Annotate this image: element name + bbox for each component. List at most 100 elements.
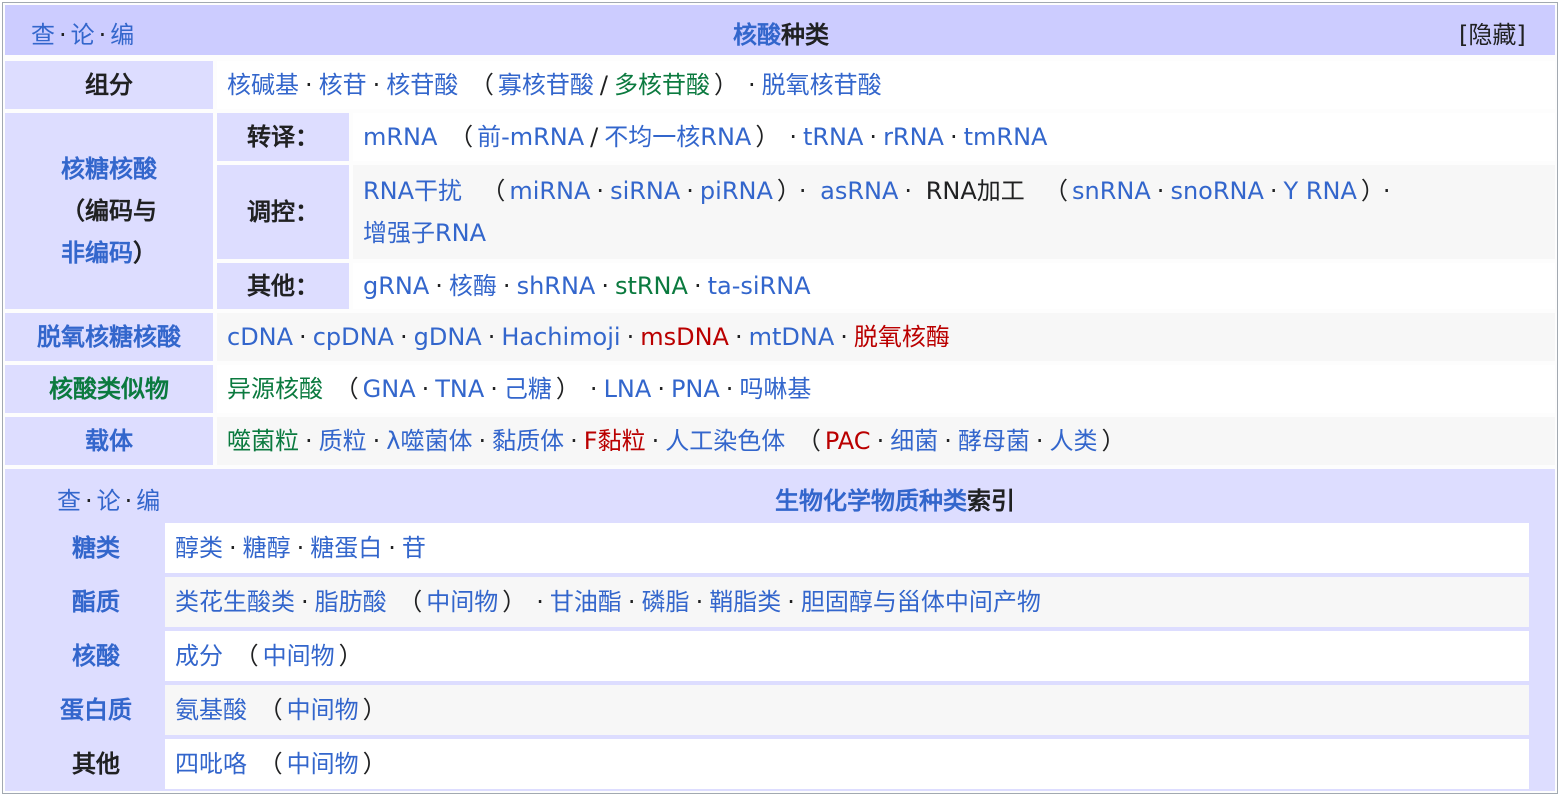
link-alcohols[interactable]: 醇类 (175, 527, 223, 569)
link-hac[interactable]: 人类 (1049, 420, 1097, 462)
link-hachimoji[interactable]: Hachimoji (501, 316, 620, 358)
link-proteins[interactable]: 蛋白质 (60, 689, 132, 731)
link-lipids[interactable]: 酯质 (72, 581, 120, 623)
link-mtdna[interactable]: mtDNA (749, 316, 835, 358)
view-link[interactable]: 查 (31, 21, 55, 49)
link-rna[interactable]: 核糖核酸 (61, 148, 157, 190)
link-phagemid[interactable]: 噬菌粒 (227, 420, 299, 462)
link-bac[interactable]: 细菌 (890, 420, 938, 462)
list-nucleic: 成分 （中间物） (165, 631, 1529, 681)
link-gna[interactable]: GNA (363, 368, 416, 410)
link-tna[interactable]: TNA (435, 368, 484, 410)
subgroup-label-regulation: 调控： (217, 165, 349, 259)
link-nucleic-acids[interactable]: 核酸 (72, 635, 120, 677)
title-link-biochem-families[interactable]: 生物化学物质种类 (775, 487, 967, 515)
nested-talk-link[interactable]: 论 (97, 487, 121, 515)
group-label-carbs: 糖类 (31, 523, 161, 573)
link-mirna[interactable]: miRNA (509, 177, 590, 205)
link-grna[interactable]: gRNA (363, 265, 429, 307)
link-nucleotide[interactable]: 核苷酸 (386, 64, 458, 106)
link-fosmid[interactable]: F黏粒 (584, 420, 646, 462)
link-dna[interactable]: 脱氧核糖核酸 (37, 316, 181, 358)
nested-view-link[interactable]: 查 (57, 487, 81, 515)
subgroup-label-text: 转译： (247, 123, 319, 151)
link-polynucleotide[interactable]: 多核苷酸 (614, 64, 710, 106)
nested-vte-links: 查 · 论 · 编 (57, 487, 161, 515)
link-asrna[interactable]: asRNA (820, 177, 898, 205)
link-y-rna[interactable]: Y RNA (1284, 177, 1357, 205)
link-gdna[interactable]: gDNA (414, 316, 482, 358)
edit-link[interactable]: 编 (110, 21, 134, 49)
link-nucleic-acid-analogues[interactable]: 核酸类似物 (49, 368, 169, 410)
link-tetrapyrroles[interactable]: 四吡咯 (175, 743, 247, 785)
link-hexose[interactable]: 己糖 (504, 368, 552, 410)
link-glycerides[interactable]: 甘油酯 (550, 581, 622, 623)
link-cdna[interactable]: cDNA (227, 316, 293, 358)
link-snorna[interactable]: snoRNA (1170, 177, 1263, 205)
link-nucleobase[interactable]: 核碱基 (227, 64, 299, 106)
link-msdna[interactable]: msDNA (640, 316, 729, 358)
link-ta-sirna[interactable]: ta-siRNA (708, 265, 811, 307)
group-label-text: 组分 (85, 71, 133, 99)
title-link-nucleic-acid[interactable]: 核酸 (733, 21, 781, 49)
link-strna[interactable]: stRNA (615, 265, 688, 307)
link-plasmid[interactable]: 质粒 (319, 420, 367, 462)
link-trna[interactable]: tRNA (803, 116, 863, 158)
link-lambda-phage[interactable]: λ噬菌体 (386, 420, 472, 462)
link-tmrna[interactable]: tmRNA (964, 116, 1048, 158)
link-sphingolipids[interactable]: 鞘脂类 (709, 581, 781, 623)
link-hnrna[interactable]: 不均一核RNA (604, 116, 751, 158)
link-rrna[interactable]: rRNA (883, 116, 944, 158)
link-noncoding[interactable]: 非编码 (61, 239, 133, 267)
link-yac[interactable]: 酵母菌 (958, 420, 1030, 462)
group-label-text: 其他 (72, 750, 120, 778)
link-carbohydrates[interactable]: 糖类 (72, 527, 120, 569)
group-label-lipids: 酯质 (31, 577, 161, 627)
link-rnai[interactable]: RNA干扰 (363, 177, 462, 205)
link-mrna[interactable]: mRNA (363, 116, 437, 158)
list-other-rna: gRNA · 核酶 · shRNA · stRNA · ta-siRNA (353, 263, 1555, 309)
link-nucleic-intermediates[interactable]: 中间物 (263, 635, 335, 677)
link-phospholipids[interactable]: 磷脂 (642, 581, 690, 623)
link-oligonucleotide[interactable]: 寡核苷酸 (498, 64, 594, 106)
link-pna[interactable]: PNA (671, 368, 720, 410)
link-steroids[interactable]: 胆固醇与甾体中间产物 (801, 581, 1041, 623)
nested-edit-link[interactable]: 编 (136, 487, 160, 515)
link-xna[interactable]: 异源核酸 (227, 368, 323, 410)
link-pirna[interactable]: piRNA (700, 177, 773, 205)
link-constituents[interactable]: 成分 (175, 635, 223, 677)
link-snrna[interactable]: snRNA (1072, 177, 1151, 205)
link-vector[interactable]: 载体 (85, 420, 133, 462)
link-pac[interactable]: PAC (825, 420, 871, 462)
group-label-components: 组分 (5, 61, 213, 109)
talk-link[interactable]: 论 (71, 21, 95, 49)
link-cpdna[interactable]: cpDNA (313, 316, 394, 358)
link-glycoproteins[interactable]: 糖蛋白 (310, 527, 382, 569)
link-nucleoside[interactable]: 核苷 (319, 64, 367, 106)
link-other-intermediates[interactable]: 中间物 (287, 743, 359, 785)
link-morpholino[interactable]: 吗啉基 (739, 368, 811, 410)
link-sugar-alcohols[interactable]: 糖醇 (243, 527, 291, 569)
link-fatty-acids[interactable]: 脂肪酸 (315, 581, 387, 623)
link-ribozyme[interactable]: 核酶 (449, 265, 497, 307)
link-artificial-chromosome[interactable]: 人工染色体 (665, 420, 785, 462)
link-deoxyribozyme[interactable]: 脱氧核酶 (854, 316, 950, 358)
link-sirna[interactable]: siRNA (610, 177, 680, 205)
link-pre-mrna[interactable]: 前-mRNA (477, 116, 584, 158)
link-deoxynucleotide[interactable]: 脱氧核苷酸 (762, 64, 882, 106)
link-enhancer-rna[interactable]: 增强子RNA (363, 219, 486, 247)
hide-toggle[interactable]: [隐藏] (1459, 15, 1526, 50)
link-eicosanoids[interactable]: 类花生酸类 (175, 581, 295, 623)
link-protein-intermediates[interactable]: 中间物 (287, 689, 359, 731)
group-label-other: 其他 (31, 739, 161, 789)
link-lipid-intermediates[interactable]: 中间物 (426, 581, 498, 623)
link-cosmid[interactable]: 黏质体 (492, 420, 564, 462)
navbox-title: 核酸种类 (681, 15, 881, 50)
link-glycosides[interactable]: 苷 (402, 527, 426, 569)
link-amino-acids[interactable]: 氨基酸 (175, 689, 247, 731)
list-vectors: 噬菌粒 · 质粒 · λ噬菌体 · 黏质体 · F黏粒 · 人工染色体 （PAC · 细菌 · 酵… (217, 417, 1555, 465)
regulation-line2: 增强子RNA (363, 212, 486, 254)
list-dna: cDNA · cpDNA · gDNA · Hachimoji · msDNA · mtD… (217, 313, 1555, 361)
link-shrna[interactable]: shRNA (517, 265, 596, 307)
link-lna[interactable]: LNA (604, 368, 652, 410)
